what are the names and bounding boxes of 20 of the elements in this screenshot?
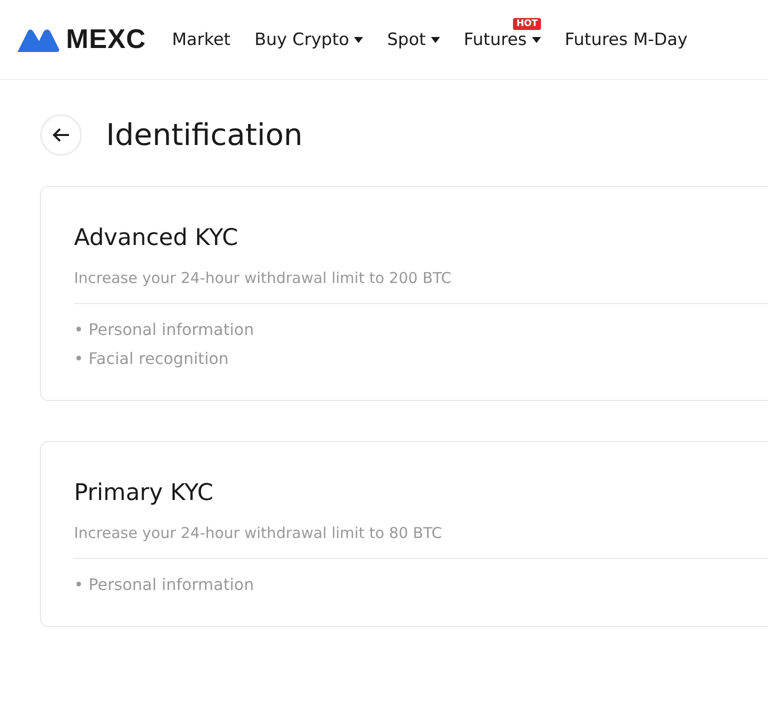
hot-badge: HOT: [513, 18, 541, 30]
page-title: Identification: [106, 118, 303, 152]
nav-link[interactable]: Market: [172, 30, 230, 50]
logo-text[interactable]: MEXC: [66, 24, 146, 55]
nav-link[interactable]: Futures: [464, 30, 541, 50]
kyc-card[interactable]: Advanced KYC Increase your 24-hour withdrawal limit to 200 BTC • Personal information • Facial recognition: [40, 186, 768, 401]
requirement-item: • Personal information: [74, 575, 255, 594]
nav-link[interactable]: Futures M-Day: [564, 30, 688, 50]
requirement-item: • Facial recognition: [74, 349, 230, 368]
requirement-item: • Personal information: [74, 320, 255, 339]
nav-link[interactable]: Spot: [387, 30, 440, 50]
logo-icon: [16, 26, 60, 52]
nav-link[interactable]: Buy Crypto: [254, 30, 364, 50]
card-title: Primary KYC: [74, 480, 214, 506]
card-description: Increase your 24-hour withdrawal limit to 200 BTC: [74, 269, 768, 304]
card-title: Advanced KYC: [74, 225, 240, 251]
kyc-card[interactable]: Primary KYC Increase your 24-hour withdrawal limit to 80 BTC • Personal information: [40, 441, 768, 627]
back-arrow-icon: [52, 127, 70, 143]
back-button[interactable]: [40, 114, 82, 156]
card-description: Increase your 24-hour withdrawal limit to 80 BTC: [74, 524, 768, 559]
